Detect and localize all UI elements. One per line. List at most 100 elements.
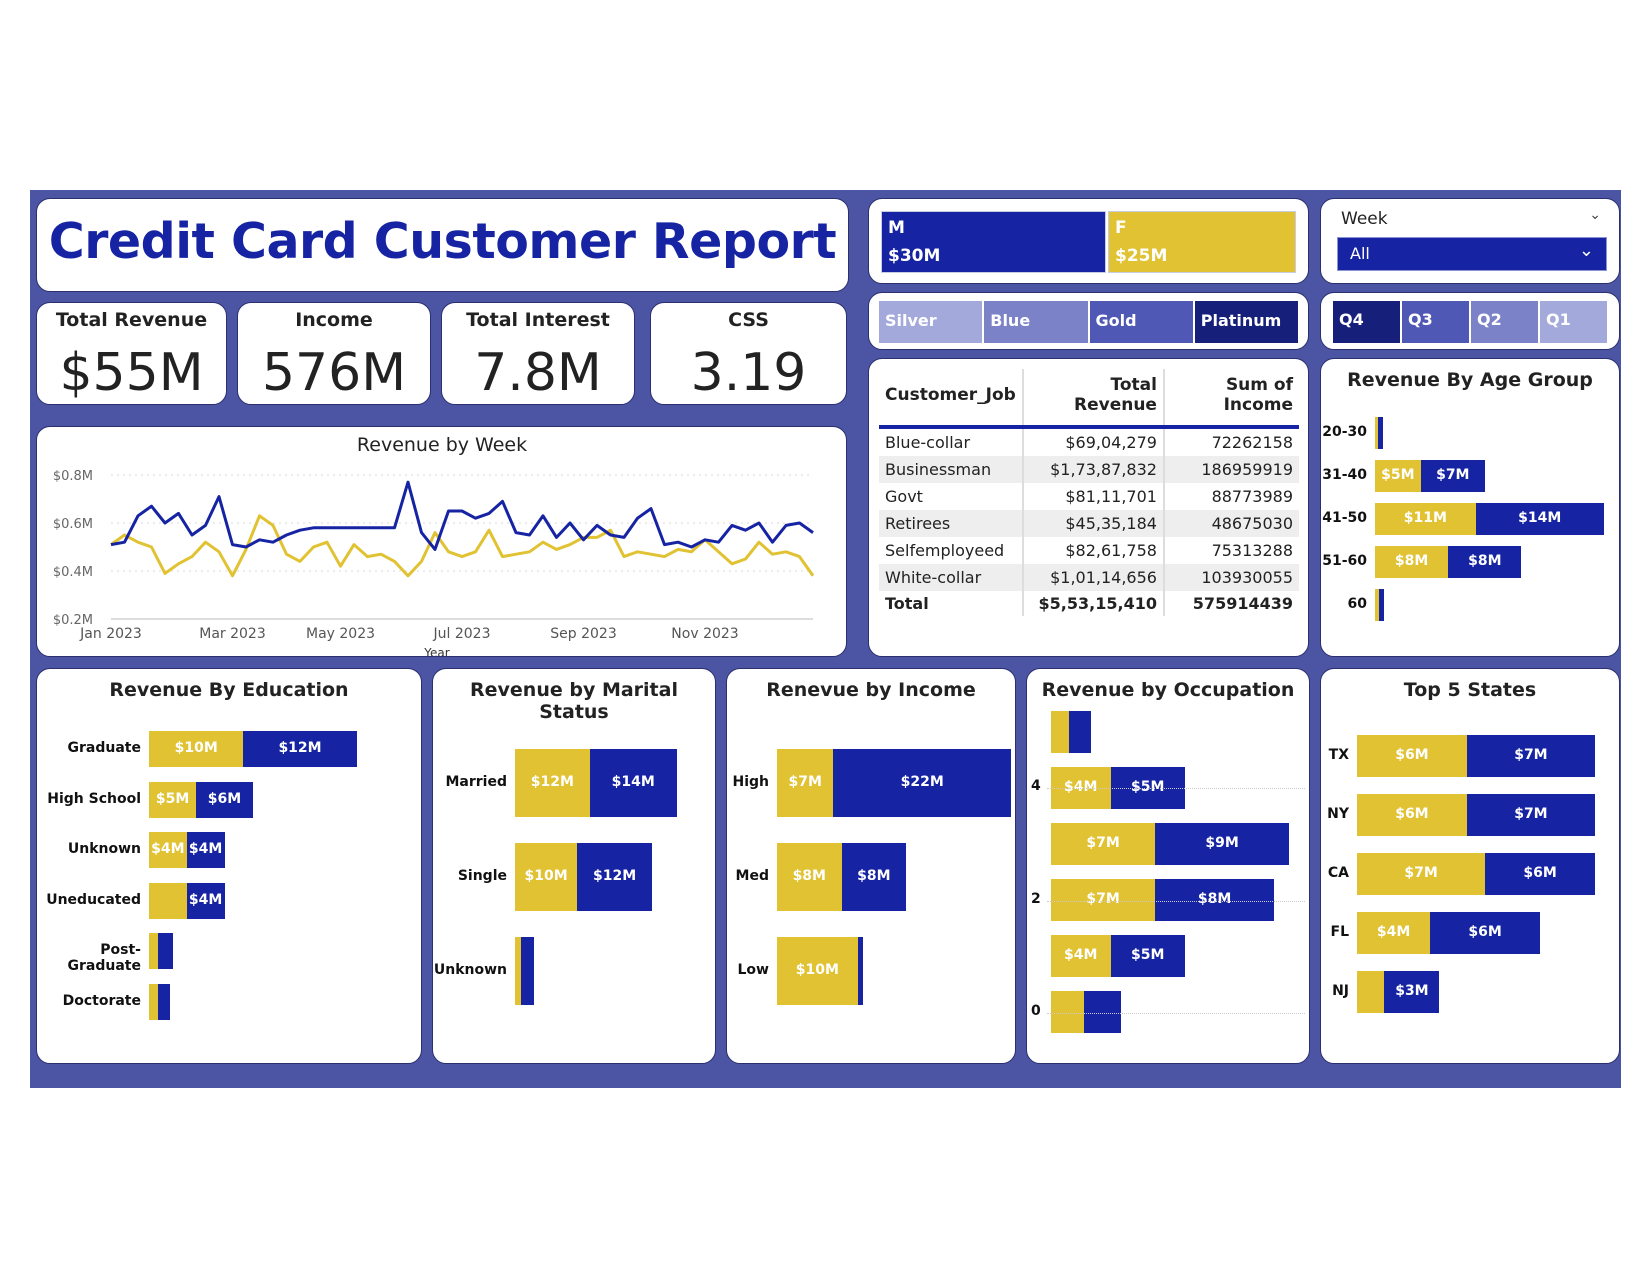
card-category-blue-button[interactable]: Blue bbox=[984, 301, 1088, 343]
card-category-gold-button[interactable]: Gold bbox=[1089, 301, 1193, 343]
gender-segment-m[interactable]: M $30M bbox=[881, 211, 1106, 273]
bar-segment[interactable]: $22M bbox=[833, 749, 1011, 817]
bar-segment[interactable]: $4M bbox=[1051, 935, 1111, 977]
category-label: High School bbox=[47, 790, 141, 807]
table-cell: 88773989 bbox=[1162, 483, 1299, 510]
bar-segment[interactable] bbox=[1068, 711, 1092, 753]
bar-segment[interactable]: $12M bbox=[243, 731, 357, 767]
quarter-q2-button[interactable]: Q2 bbox=[1471, 301, 1538, 343]
bar-segment[interactable]: $4M bbox=[149, 832, 187, 868]
bar-segment[interactable]: $4M bbox=[1357, 912, 1431, 954]
week-slicer[interactable]: Week ⌄ All ⌄ bbox=[1320, 198, 1620, 284]
bar-segment[interactable]: $8M bbox=[1375, 546, 1449, 578]
bar-segment[interactable]: $7M bbox=[1357, 853, 1486, 895]
bar-segment[interactable] bbox=[149, 933, 159, 969]
bar-segment[interactable]: $8M bbox=[777, 843, 842, 911]
bar-segment[interactable] bbox=[1378, 589, 1385, 621]
quarter-q1-button[interactable]: Q1 bbox=[1540, 301, 1607, 343]
bar-segment[interactable]: $14M bbox=[589, 749, 677, 817]
bar-segment[interactable]: $8M bbox=[1155, 879, 1275, 921]
bar-value-label: $9M bbox=[1205, 835, 1239, 851]
bar-segment[interactable]: $7M bbox=[1466, 735, 1595, 777]
bar-segment[interactable]: $10M bbox=[777, 937, 858, 1005]
y-tick-label: 4 bbox=[1031, 778, 1041, 794]
bar-segment[interactable]: $4M bbox=[186, 832, 225, 868]
table-cell: $1,73,87,832 bbox=[1021, 456, 1164, 483]
bar-segment[interactable]: $3M bbox=[1384, 971, 1440, 1013]
table-cell: 72262158 bbox=[1162, 427, 1299, 456]
bar-segment[interactable]: $6M bbox=[196, 781, 253, 818]
bar-segment[interactable]: $6M bbox=[1430, 912, 1541, 954]
bar-segment[interactable]: $11M bbox=[1375, 503, 1476, 535]
bar-value-label: $4M bbox=[1376, 924, 1411, 940]
bar-value-label: $22M bbox=[900, 774, 944, 790]
quarter-q3-button[interactable]: Q3 bbox=[1402, 301, 1469, 343]
table-header[interactable]: Total Revenue bbox=[1021, 369, 1164, 429]
quarter-q4-button[interactable]: Q4 bbox=[1333, 301, 1400, 343]
bar-segment[interactable] bbox=[521, 937, 534, 1005]
y-tick-label: $0.8M bbox=[53, 469, 93, 484]
bar-segment[interactable]: $6M bbox=[1485, 853, 1595, 895]
y-gridline bbox=[1047, 901, 1305, 902]
bar-segment[interactable] bbox=[1051, 711, 1069, 753]
bar-segment[interactable] bbox=[149, 983, 159, 1020]
bar-segment[interactable]: $10M bbox=[149, 731, 244, 767]
table-cell: Blue-collar bbox=[885, 433, 971, 452]
bar-value-label: $12M bbox=[592, 868, 637, 884]
bar-value-label: $6M bbox=[207, 790, 242, 807]
bar-segment[interactable]: $14M bbox=[1475, 503, 1604, 535]
bar-value-label: $4M bbox=[188, 891, 223, 908]
table-cell: $45,35,184 bbox=[1021, 510, 1164, 537]
gender-card: M $30M F $25M bbox=[868, 198, 1309, 284]
card-category-platinum-button[interactable]: Platinum bbox=[1194, 301, 1298, 343]
series-line-1 bbox=[110, 514, 815, 578]
bar-segment[interactable] bbox=[149, 882, 187, 919]
bar-segment[interactable]: $6M bbox=[1357, 735, 1467, 777]
category-label: NY bbox=[1327, 806, 1349, 822]
category-label: Med bbox=[735, 868, 769, 884]
y-tick-label: $0.4M bbox=[53, 565, 93, 580]
bar-value-label: $7M bbox=[1086, 835, 1120, 851]
gender-segment-f[interactable]: F $25M bbox=[1108, 211, 1296, 273]
week-slicer-collapse-icon[interactable]: ⌄ bbox=[1589, 207, 1601, 223]
bar-segment[interactable]: $5M bbox=[1110, 935, 1185, 977]
bar-segment[interactable]: $8M bbox=[1448, 546, 1522, 578]
table-cell: 186959919 bbox=[1162, 456, 1299, 483]
quarter-label: Q3 bbox=[1408, 310, 1433, 329]
bar-segment[interactable] bbox=[158, 933, 173, 969]
bar-segment[interactable] bbox=[1357, 971, 1385, 1013]
bar-segment[interactable]: $7M bbox=[1051, 823, 1156, 865]
bar-segment[interactable] bbox=[158, 983, 170, 1020]
table-cell: Businessman bbox=[885, 460, 992, 479]
bar-value-label: $14M bbox=[611, 774, 655, 790]
bar-segment[interactable]: $5M bbox=[1375, 460, 1421, 492]
table-row: Blue-collar $69,04,279 72262158 bbox=[879, 427, 1299, 456]
bar-segment[interactable]: $4M bbox=[186, 882, 225, 919]
bar-segment[interactable]: $12M bbox=[515, 749, 590, 817]
bar-segment[interactable]: $6M bbox=[1357, 794, 1467, 836]
bar-segment[interactable] bbox=[1051, 991, 1084, 1033]
bar-segment[interactable] bbox=[1378, 417, 1384, 449]
card-category-silver-button[interactable]: Silver bbox=[879, 301, 983, 343]
table-header-row: Customer_Job Total Revenue Sum of Income bbox=[879, 369, 1299, 429]
bar-segment[interactable]: $9M bbox=[1155, 823, 1289, 865]
kpi-label: Total Revenue bbox=[55, 309, 208, 331]
table-header[interactable]: Sum of Income bbox=[1162, 369, 1299, 429]
bar-segment[interactable]: $12M bbox=[577, 843, 652, 911]
bar-segment[interactable]: $8M bbox=[841, 843, 907, 911]
bar-segment[interactable] bbox=[1083, 991, 1121, 1033]
bar-segment[interactable]: $10M bbox=[515, 843, 578, 911]
bar-segment[interactable]: $7M bbox=[1466, 794, 1595, 836]
bar-segment[interactable]: $7M bbox=[1051, 879, 1156, 921]
bar-segment[interactable]: $5M bbox=[149, 781, 197, 818]
bar-segment[interactable]: $7M bbox=[777, 749, 834, 817]
bar-segment[interactable]: $7M bbox=[1420, 460, 1485, 492]
bar-value-label: $5M bbox=[1130, 947, 1165, 963]
occupation-bars: $4M $5M $7M $9M $7M $8M $4M $5M 4 2 0 bbox=[1027, 669, 1309, 1063]
table-header[interactable]: Customer_Job bbox=[879, 369, 1023, 429]
bar-value-label: $7M bbox=[1514, 806, 1548, 822]
x-tick-label: Sep 2023 bbox=[550, 626, 616, 642]
chevron-down-icon: ⌄ bbox=[1578, 240, 1594, 261]
bar-segment[interactable] bbox=[857, 937, 863, 1005]
week-dropdown[interactable]: All ⌄ bbox=[1337, 237, 1607, 271]
